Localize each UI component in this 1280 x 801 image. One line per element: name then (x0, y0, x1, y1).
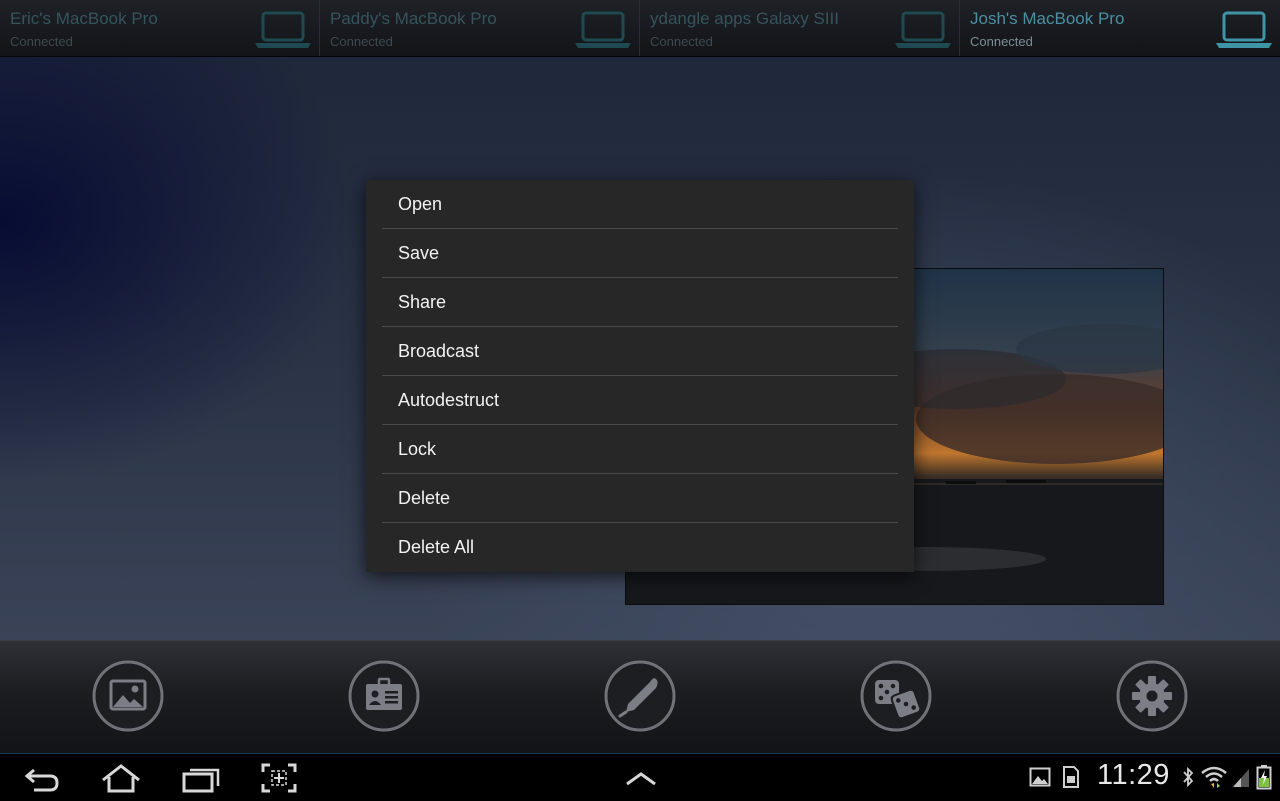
gallery-notification-icon (1029, 767, 1051, 787)
signal-icon (1233, 769, 1249, 787)
device-status: Connected (970, 34, 1033, 49)
device-name: Paddy's MacBook Pro (330, 9, 497, 28)
home-icon[interactable] (100, 760, 142, 796)
context-menu: Open Save Share Broadcast Autodestruct L… (366, 180, 914, 572)
gear-icon (1116, 660, 1188, 732)
menu-item-label: Delete All (398, 537, 475, 557)
battery-charging-icon (1256, 765, 1272, 790)
menu-item-autodestruct[interactable]: Autodestruct (382, 376, 898, 425)
laptop-icon (255, 11, 311, 48)
menu-item-broadcast[interactable]: Broadcast (382, 327, 898, 376)
menu-item-label: Autodestruct (398, 390, 500, 410)
pen-icon (604, 660, 676, 732)
device-tile-active[interactable]: Josh's MacBook Pro Connected (960, 0, 1280, 56)
menu-item-share[interactable]: Share (382, 278, 898, 327)
device-status: Connected (650, 34, 713, 49)
image-icon (92, 660, 164, 732)
back-icon[interactable] (22, 760, 62, 796)
menu-item-delete-all[interactable]: Delete All (382, 523, 898, 572)
device-tile[interactable]: Eric's MacBook Pro Connected (0, 0, 320, 56)
bottom-toolbar (0, 640, 1280, 754)
device-bar: Eric's MacBook Pro Connected Paddy's Mac… (0, 0, 1280, 57)
device-tile[interactable]: Paddy's MacBook Pro Connected (320, 0, 640, 56)
system-nav-bar (0, 753, 1280, 801)
device-status: Connected (10, 34, 73, 49)
wifi-icon (1201, 766, 1227, 788)
contact-card-button[interactable] (348, 660, 420, 732)
device-name: Josh's MacBook Pro (970, 9, 1125, 28)
menu-item-open[interactable]: Open (382, 180, 898, 229)
menu-item-label: Broadcast (398, 341, 480, 361)
device-tile[interactable]: ydangle apps Galaxy SIII Connected (640, 0, 960, 56)
sd-card-icon (1063, 766, 1079, 788)
dice-button[interactable] (860, 660, 932, 732)
menu-item-lock[interactable]: Lock (382, 425, 898, 474)
contact-card-icon (348, 660, 420, 732)
recent-apps-icon[interactable] (181, 760, 221, 796)
status-clock: 11:29 (1097, 759, 1170, 791)
menu-item-label: Open (398, 194, 443, 214)
device-name: Eric's MacBook Pro (10, 9, 158, 28)
pen-button[interactable] (604, 660, 676, 732)
laptop-icon (895, 11, 951, 48)
menu-item-label: Share (398, 292, 447, 312)
menu-item-label: Save (398, 243, 440, 263)
screenshot-icon[interactable] (260, 760, 298, 796)
menu-item-label: Delete (398, 488, 451, 508)
bluetooth-icon (1183, 766, 1194, 788)
laptop-icon (1216, 11, 1272, 48)
menu-item-save[interactable]: Save (382, 229, 898, 278)
settings-button[interactable] (1116, 660, 1188, 732)
device-status: Connected (330, 34, 393, 49)
menu-item-delete[interactable]: Delete (382, 474, 898, 523)
device-name: ydangle apps Galaxy SIII (650, 9, 840, 28)
image-button[interactable] (92, 660, 164, 732)
laptop-icon (575, 11, 631, 48)
dice-icon (860, 660, 932, 732)
menu-item-label: Lock (398, 439, 437, 459)
chevron-up-icon[interactable] (624, 760, 658, 796)
